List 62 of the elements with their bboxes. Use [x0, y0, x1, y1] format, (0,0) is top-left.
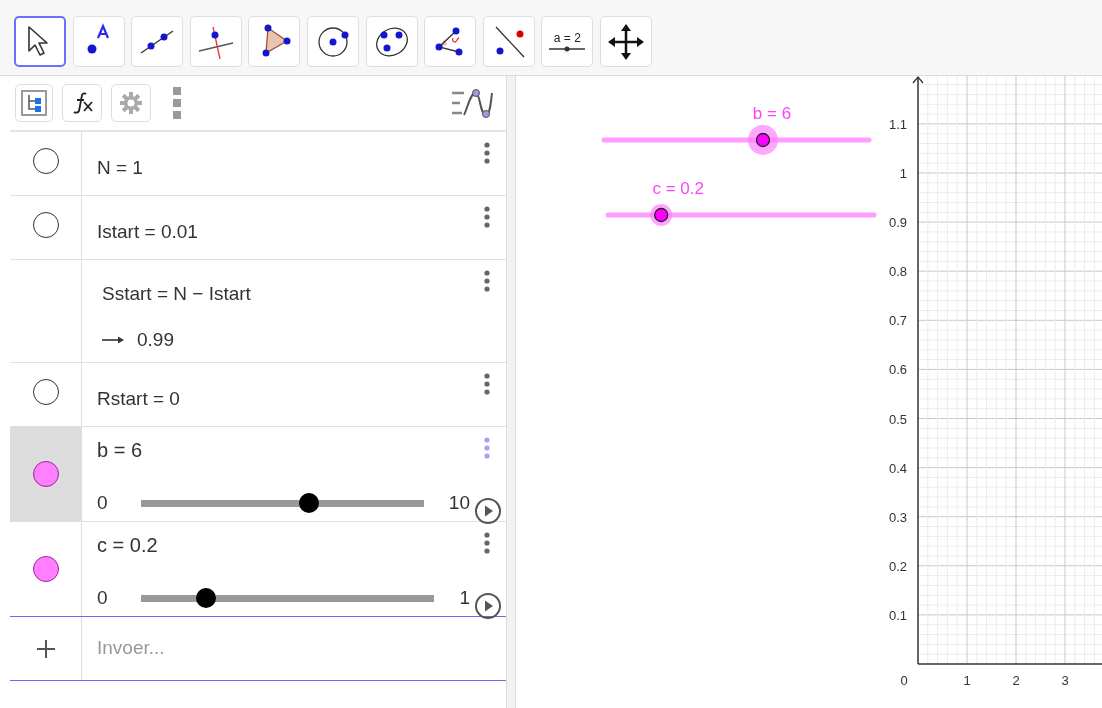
visibility-toggle[interactable] [32, 212, 59, 238]
axis-tick-label: 0.5 [888, 411, 907, 427]
slider-point[interactable] [748, 125, 778, 155]
axis-tick-label: 0 [900, 673, 908, 688]
visibility-toggle[interactable] [32, 556, 59, 582]
slider-label: c = 0.2 [652, 179, 704, 198]
resize-handle[interactable] [506, 76, 516, 708]
more-options-icon[interactable] [484, 206, 490, 228]
play-icon[interactable] [474, 592, 502, 620]
play-icon[interactable] [474, 497, 502, 525]
axis-tick-label: 1.1 [888, 116, 907, 132]
settings-icon [120, 92, 142, 114]
axis-tick-label: 1 [899, 166, 907, 181]
result-arrow-icon [102, 335, 124, 344]
equation-text[interactable]: N = 1 [97, 132, 506, 183]
equation-text[interactable]: Sstart = N − Istart [97, 260, 506, 309]
axis-tick-label: 0.9 [888, 215, 907, 231]
axis-tick-label: 0.4 [888, 460, 907, 476]
axis-tick-label: 0.3 [888, 509, 907, 525]
slider-tool-button[interactable]: a = 2 [541, 16, 594, 67]
slider-min-label: 0 [97, 585, 109, 610]
slider-value-text[interactable]: b = 6 [97, 427, 506, 465]
tree-view-button[interactable] [15, 84, 53, 122]
plus-icon[interactable] [36, 639, 55, 658]
row-marker-cell[interactable] [10, 427, 82, 521]
axis-tick-label: 0.7 [888, 313, 907, 329]
axis-tick-label: 3 [1061, 673, 1069, 688]
axis-tick-label: 0.8 [888, 264, 907, 280]
graphics-slider[interactable] [601, 125, 872, 155]
visibility-toggle[interactable] [32, 148, 59, 174]
drag-handle-icon[interactable] [173, 87, 181, 119]
slider-min-label: 0 [97, 490, 109, 515]
slider-label: b = 6 [752, 104, 792, 123]
slider-thumb[interactable] [298, 493, 319, 513]
input-field[interactable]: Invoer... [82, 617, 506, 680]
more-options-icon[interactable] [484, 373, 490, 395]
slider-max-label: 1 [458, 585, 471, 610]
axis-tick-label: 0.6 [888, 362, 907, 378]
tree-icon [21, 90, 47, 116]
slider-thumb[interactable] [195, 588, 216, 608]
description-mode-icon[interactable] [450, 87, 494, 119]
equation-text[interactable]: Istart = 0.01 [97, 196, 506, 247]
slider-value-text[interactable]: c = 0.2 [97, 522, 506, 560]
visibility-toggle[interactable] [32, 461, 59, 487]
more-options-icon[interactable] [484, 532, 490, 554]
more-options-icon[interactable] [484, 270, 490, 292]
axis-tick-label: 0.1 [888, 607, 907, 623]
axis-tick-label: 1 [963, 673, 971, 688]
axis-tick-label: 0.2 [888, 558, 907, 574]
function-button[interactable] [62, 84, 102, 122]
more-options-icon[interactable] [484, 142, 490, 164]
slider-point[interactable] [650, 204, 673, 226]
equation-text[interactable]: Rstart = 0 [97, 363, 506, 414]
slider-max-label: 10 [447, 490, 471, 515]
result-value: 0.99 [137, 327, 174, 352]
tool-button[interactable] [14, 16, 66, 67]
slider-icon [547, 44, 588, 53]
slider[interactable] [141, 588, 435, 608]
slider[interactable] [141, 493, 424, 513]
visibility-toggle[interactable] [32, 379, 59, 405]
graphics-slider[interactable] [605, 204, 877, 226]
axis-tick-label: 2 [1012, 673, 1020, 688]
